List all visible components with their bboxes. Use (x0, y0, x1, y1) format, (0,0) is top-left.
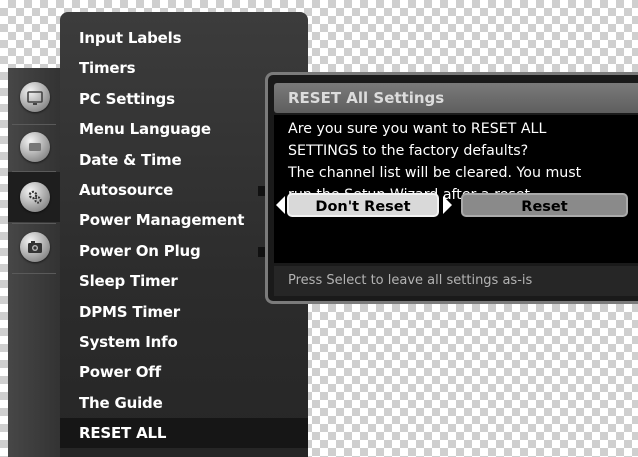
menu-item-label: The Guide (79, 393, 163, 412)
reset-confirm-dialog: RESET All Settings Are you sure you want… (265, 72, 638, 304)
picture-icon[interactable] (20, 82, 50, 112)
audio-icon[interactable] (20, 132, 50, 162)
dialog-button-row: Don't Reset Reset (268, 190, 638, 220)
menu-item-label: Power Management (79, 211, 245, 230)
submenu-indicator (258, 185, 265, 196)
dialog-message-line: SETTINGS to the factory defaults? (288, 143, 529, 159)
menu-item-system-info[interactable]: System Info (60, 327, 308, 357)
right-arrow-icon (443, 196, 452, 214)
menu-item-label: PC Settings (79, 89, 175, 108)
dialog-footer: Press Select to leave all settings as-is (274, 266, 638, 296)
menu-item-power-off[interactable]: Power Off (60, 357, 308, 387)
menu-item-label: Input Labels (79, 29, 182, 47)
dialog-message-line: Are you sure you want to RESET ALL (288, 121, 547, 137)
menu-item-label: Power On Plug (79, 241, 201, 260)
dialog-title: RESET All Settings (288, 89, 445, 107)
reset-button[interactable]: Reset (461, 193, 628, 217)
dialog-body: Are you sure you want to RESET ALL SETTI… (274, 115, 638, 263)
dialog-message-line: The channel list will be cleared. You mu… (288, 165, 582, 181)
menu-item-label: Autosource (79, 180, 174, 199)
dont-reset-button[interactable]: Don't Reset (287, 193, 439, 217)
strip-divider (12, 171, 56, 172)
menu-item-label: Menu Language (79, 120, 211, 139)
camera-icon[interactable] (20, 232, 50, 262)
strip-divider (12, 273, 56, 274)
menu-item-label: Date & Time (79, 150, 182, 169)
strip-divider (12, 124, 56, 125)
menu-item-label: Timers (79, 59, 136, 78)
dialog-hint-text: Press Select to leave all settings as-is (288, 273, 533, 288)
menu-item-label: System Info (79, 332, 178, 351)
menu-item-input-labels[interactable]: Input Labels (60, 23, 308, 53)
left-arrow-icon (276, 196, 285, 214)
settings-gears-icon[interactable] (20, 182, 50, 212)
tv-menu-screen: Input Labels Timers PC Settings Menu Lan… (0, 0, 638, 457)
dialog-title-bar: RESET All Settings (274, 83, 638, 113)
menu-item-reset-all[interactable]: RESET ALL (60, 418, 308, 449)
menu-item-label: Power Off (79, 363, 161, 382)
submenu-indicator (258, 246, 265, 257)
menu-item-label: RESET ALL (79, 424, 167, 443)
menu-item-the-guide[interactable]: The Guide (60, 388, 308, 418)
menu-item-label: Sleep Timer (79, 272, 178, 291)
menu-item-label: DPMS Timer (79, 302, 180, 321)
strip-divider (12, 223, 56, 224)
category-icon-strip (8, 68, 60, 457)
